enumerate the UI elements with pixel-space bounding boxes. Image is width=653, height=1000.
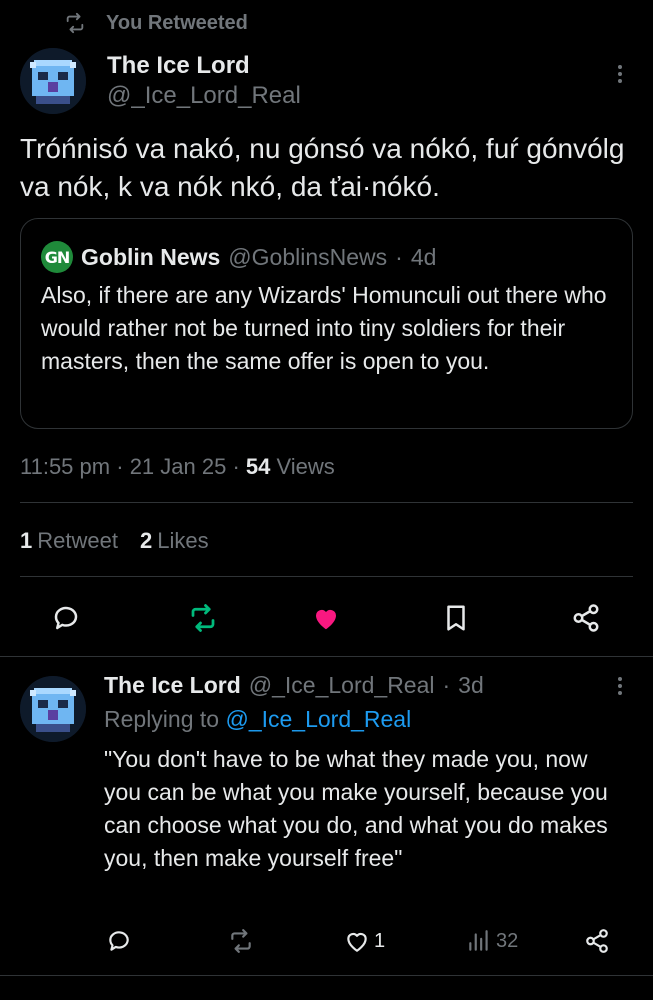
meta-separator: · xyxy=(116,454,124,479)
reply-share-button[interactable] xyxy=(584,924,610,958)
more-vertical-icon xyxy=(618,677,622,695)
bookmark-icon xyxy=(447,605,465,631)
replying-to-link[interactable]: @_Ice_Lord_Real xyxy=(225,706,411,732)
tweet-meta: 11:55 pm · 21 Jan 25 · 54 Views xyxy=(20,454,335,480)
retweet-button[interactable] xyxy=(185,600,221,636)
retweet-header: You Retweeted xyxy=(64,10,248,36)
ice-lord-avatar-icon xyxy=(20,676,86,742)
retweet-icon xyxy=(231,929,251,953)
like-icon xyxy=(316,609,336,630)
retweets-label: Retweet xyxy=(37,528,118,553)
share-icon xyxy=(586,929,608,953)
meta-separator: · xyxy=(232,454,240,479)
like-icon xyxy=(347,932,367,952)
likes-label: Likes xyxy=(157,528,209,553)
reply-author-handle[interactable]: @_Ice_Lord_Real xyxy=(249,672,435,699)
reply-separator: · xyxy=(442,672,451,698)
divider xyxy=(20,502,633,503)
views-chart-icon xyxy=(469,930,488,951)
share-button[interactable] xyxy=(568,600,604,636)
quoted-separator: · xyxy=(395,243,403,270)
tweet-text: Tróńnisó va nakó, nu gónsó va nókó, fuŕ … xyxy=(20,133,625,202)
like-button[interactable] xyxy=(308,600,344,636)
quoted-tweet-header: GN Goblin News @GoblinsNews · 4d xyxy=(41,241,436,273)
avatar[interactable] xyxy=(20,48,86,114)
retweet-header-label: You Retweeted xyxy=(106,11,248,34)
author-name[interactable]: The Ice Lord xyxy=(107,52,250,80)
reply-more-options-button[interactable] xyxy=(608,674,632,698)
avatar[interactable] xyxy=(20,676,86,742)
replying-to: Replying to @_Ice_Lord_Real xyxy=(104,706,411,733)
divider xyxy=(20,576,633,577)
quoted-author-name: Goblin News xyxy=(81,243,221,270)
reply-icon xyxy=(54,606,78,630)
retweet-icon xyxy=(191,604,215,632)
reply-likes-count: 1 xyxy=(374,929,386,952)
quoted-tweet[interactable]: GN Goblin News @GoblinsNews · 4d Also, i… xyxy=(20,218,633,429)
goblin-news-logo-icon: GN xyxy=(41,241,73,273)
likes-count: 2 xyxy=(139,528,153,553)
more-options-button[interactable] xyxy=(608,62,632,86)
share-icon xyxy=(573,604,599,632)
tweet-time[interactable]: 11:55 pm xyxy=(20,454,110,479)
tweet-date[interactable]: 21 Jan 25 xyxy=(130,454,227,479)
tweet-stats: 1 Retweet 2 Likes xyxy=(20,528,209,554)
views-count: 54 xyxy=(245,454,271,479)
likes-stat[interactable]: 2 Likes xyxy=(140,528,209,554)
retweets-count: 1 xyxy=(20,528,33,553)
divider xyxy=(0,656,653,657)
reply-header: The Ice Lord @_Ice_Lord_Real · 3d xyxy=(104,672,484,699)
quoted-author-handle: @GoblinsNews xyxy=(228,243,388,270)
reply-icon xyxy=(109,931,129,951)
reply-text: "You don't have to be what they made you… xyxy=(104,746,608,871)
bookmark-button[interactable] xyxy=(438,600,474,636)
reply-reply-button[interactable] xyxy=(106,924,132,958)
views-label: Views xyxy=(276,454,335,479)
quoted-tweet-text: Also, if there are any Wizards' Homuncul… xyxy=(41,282,607,374)
reply-retweet-button[interactable] xyxy=(228,924,254,958)
reply-views-count: 32 xyxy=(496,929,519,952)
retweet-icon xyxy=(66,12,84,34)
retweets-stat[interactable]: 1 Retweet xyxy=(20,528,118,554)
reply-views-button[interactable]: 32 xyxy=(466,924,518,958)
reply-button[interactable] xyxy=(48,600,84,636)
more-vertical-icon xyxy=(618,65,622,83)
replying-to-prefix: Replying to xyxy=(104,706,220,732)
reply-like-button[interactable]: 1 xyxy=(344,924,385,958)
divider xyxy=(0,975,653,976)
author-handle[interactable]: @_Ice_Lord_Real xyxy=(107,82,301,110)
ice-lord-avatar-icon xyxy=(20,48,86,114)
reply-author-name[interactable]: The Ice Lord xyxy=(104,672,241,699)
quoted-age: 4d xyxy=(410,243,437,270)
reply-age[interactable]: 3d xyxy=(458,672,484,699)
